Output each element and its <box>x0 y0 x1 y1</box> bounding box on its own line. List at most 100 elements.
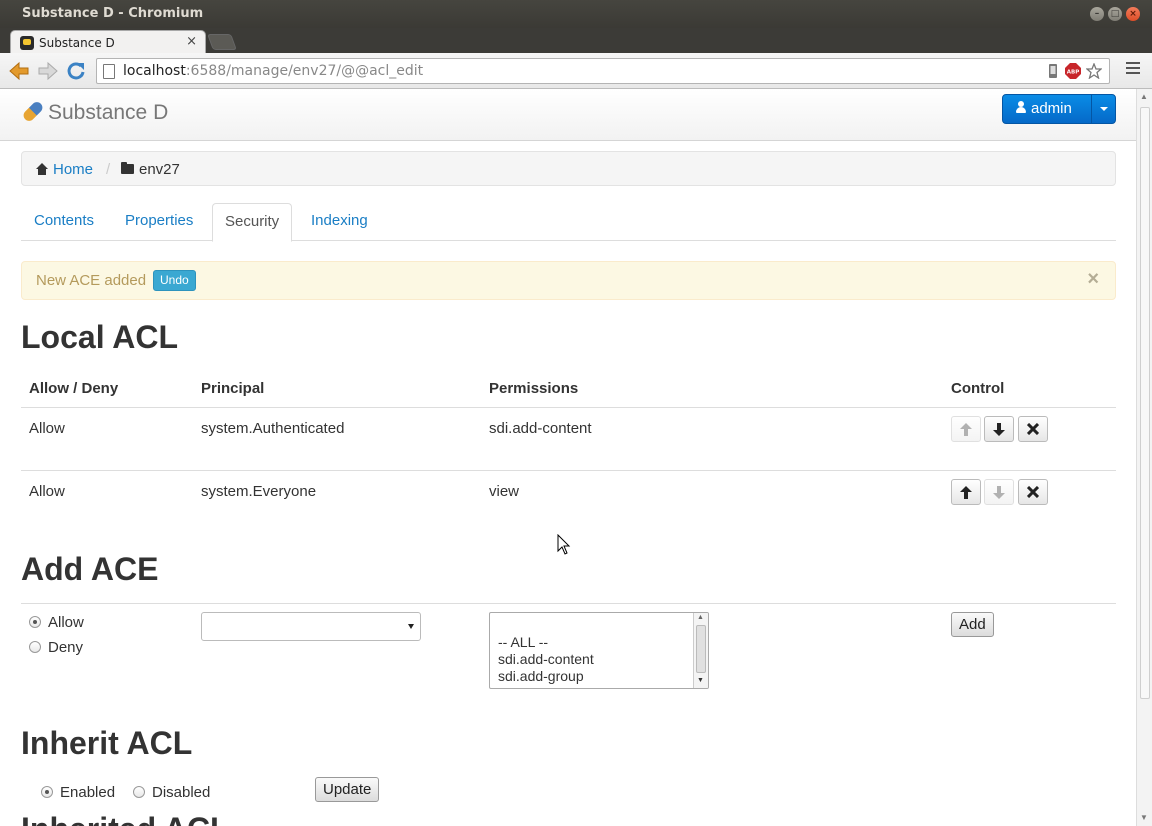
arrow-up-icon <box>960 486 972 499</box>
remove-icon <box>1027 423 1039 435</box>
alert-text: New ACE added <box>36 272 147 289</box>
folder-icon <box>121 162 134 174</box>
inherit-acl-heading: Inherit ACL <box>21 725 193 761</box>
window-title: Substance D - Chromium <box>22 6 204 21</box>
breadcrumb-home-link[interactable]: Home <box>53 161 93 178</box>
add-ace-button[interactable]: Add <box>951 612 994 637</box>
local-acl-heading: Local ACL <box>21 319 179 355</box>
url-text[interactable]: localhost:6588/manage/env27/@@acl_edit <box>123 63 423 79</box>
breadcrumb-separator: / <box>106 161 111 178</box>
alert-message: New ACE added Undo × <box>21 261 1116 300</box>
column-header-principal: Principal <box>201 380 265 397</box>
arrow-down-icon <box>993 423 1005 436</box>
back-arrow-icon[interactable] <box>8 61 30 81</box>
reload-icon[interactable] <box>66 61 86 81</box>
add-ace-heading: Add ACE <box>21 551 159 587</box>
maximize-window-icon[interactable]: □ <box>1108 7 1122 21</box>
alert-close-icon[interactable]: × <box>1087 268 1099 291</box>
remove-ace-button[interactable] <box>1018 479 1048 505</box>
inherited-acl-heading: Inherited ACL <box>21 811 230 826</box>
inherit-disabled-option[interactable]: Disabled <box>133 784 210 801</box>
move-down-button[interactable] <box>984 479 1014 505</box>
permissions-listbox[interactable]: -- ALL -- sdi.add-content sdi.add-group … <box>489 612 709 689</box>
svg-text:ABP: ABP <box>1067 70 1079 76</box>
listbox-scrollbar[interactable]: ▲ ▼ <box>693 613 708 688</box>
favicon-icon <box>20 36 34 50</box>
ace-permissions: view <box>489 483 520 500</box>
divider <box>21 603 1116 604</box>
ace-principal: system.Everyone <box>201 483 317 500</box>
allow-radio-option[interactable]: Allow <box>29 614 84 631</box>
window-titlebar: Substance D - Chromium – □ × <box>0 0 1152 28</box>
column-header-control: Control <box>951 380 1005 397</box>
move-up-button[interactable] <box>951 416 981 442</box>
adblock-icon[interactable]: ABP <box>1065 63 1081 79</box>
brand-link[interactable]: Substance D <box>21 99 169 125</box>
mouse-pointer-icon <box>557 534 571 555</box>
browser-toolbar: localhost:6588/manage/env27/@@acl_edit A… <box>0 53 1152 89</box>
app-navbar: Substance D admin <box>0 89 1136 141</box>
bookmark-star-icon[interactable] <box>1086 63 1102 79</box>
listbox-scroll-thumb[interactable] <box>696 625 706 673</box>
inherit-enabled-radio[interactable] <box>41 786 53 798</box>
pill-logo-icon <box>21 99 45 124</box>
scroll-up-icon[interactable]: ▲ <box>697 614 704 621</box>
ace-action: Allow <box>29 420 65 437</box>
update-inherit-button[interactable]: Update <box>315 777 380 802</box>
deny-radio-label: Deny <box>48 639 84 656</box>
scroll-down-icon[interactable]: ▼ <box>1140 813 1148 822</box>
tab-close-icon[interactable]: × <box>186 34 197 49</box>
permission-option[interactable]: sdi.add-group <box>498 668 584 684</box>
deny-radio[interactable] <box>29 641 41 653</box>
tab-contents[interactable]: Contents <box>22 203 106 241</box>
minimize-window-icon[interactable]: – <box>1090 7 1104 21</box>
browser-tab[interactable]: Substance D × <box>10 30 206 54</box>
user-dropdown-caret-icon[interactable] <box>1091 95 1115 123</box>
deny-radio-option[interactable]: Deny <box>29 639 83 656</box>
tab-properties[interactable]: Properties <box>113 203 205 241</box>
browser-tabstrip: Substance D × <box>0 28 1152 54</box>
remove-ace-button[interactable] <box>1018 416 1048 442</box>
page-scroll-thumb[interactable] <box>1140 107 1150 699</box>
forward-arrow-icon[interactable] <box>37 61 59 81</box>
ace-permissions: sdi.add-content <box>489 420 592 437</box>
phone-icon[interactable] <box>1045 63 1061 79</box>
home-icon <box>36 163 48 175</box>
scroll-up-icon[interactable]: ▲ <box>1140 92 1148 101</box>
move-down-button[interactable] <box>984 416 1014 442</box>
user-menu-button[interactable]: admin <box>1002 94 1116 124</box>
ace-principal: system.Authenticated <box>201 420 345 437</box>
inherit-enabled-option[interactable]: Enabled <box>41 784 115 801</box>
close-window-icon[interactable]: × <box>1126 7 1140 21</box>
permission-option[interactable]: sdi.add-content <box>498 651 594 667</box>
breadcrumb-current-label: env27 <box>139 161 180 178</box>
arrow-up-icon <box>960 423 972 436</box>
url-host: localhost <box>123 63 186 79</box>
tab-indexing[interactable]: Indexing <box>299 203 380 241</box>
user-button[interactable]: admin <box>1003 95 1091 123</box>
column-header-allow-deny: Allow / Deny <box>29 380 119 397</box>
breadcrumb-home[interactable]: Home <box>36 161 93 178</box>
dropdown-arrow-icon <box>408 624 414 629</box>
remove-icon <box>1027 486 1039 498</box>
tab-security[interactable]: Security <box>212 203 293 242</box>
breadcrumb: Home / env27 <box>21 151 1116 186</box>
permission-option[interactable]: -- ALL -- <box>498 634 548 650</box>
new-tab-button[interactable] <box>207 34 237 50</box>
principal-select[interactable] <box>201 612 421 641</box>
inherit-disabled-label: Disabled <box>152 784 211 801</box>
browser-tab-title: Substance D <box>39 36 115 50</box>
breadcrumb-current: env27 <box>121 161 180 178</box>
browser-menu-icon[interactable] <box>1126 62 1140 76</box>
management-tabs: Contents Properties Security Indexing <box>21 203 1116 242</box>
allow-radio[interactable] <box>29 616 41 628</box>
scroll-down-icon[interactable]: ▼ <box>697 677 704 684</box>
inherit-disabled-radio[interactable] <box>133 786 145 798</box>
page-scrollbar[interactable]: ▲ ▼ <box>1136 89 1152 826</box>
move-up-button[interactable] <box>951 479 981 505</box>
arrow-down-icon <box>993 486 1005 499</box>
undo-button[interactable]: Undo <box>153 270 196 291</box>
address-bar[interactable]: localhost:6588/manage/env27/@@acl_edit A… <box>96 58 1110 84</box>
brand-name: Substance D <box>48 101 169 124</box>
user-name: admin <box>1031 100 1072 117</box>
